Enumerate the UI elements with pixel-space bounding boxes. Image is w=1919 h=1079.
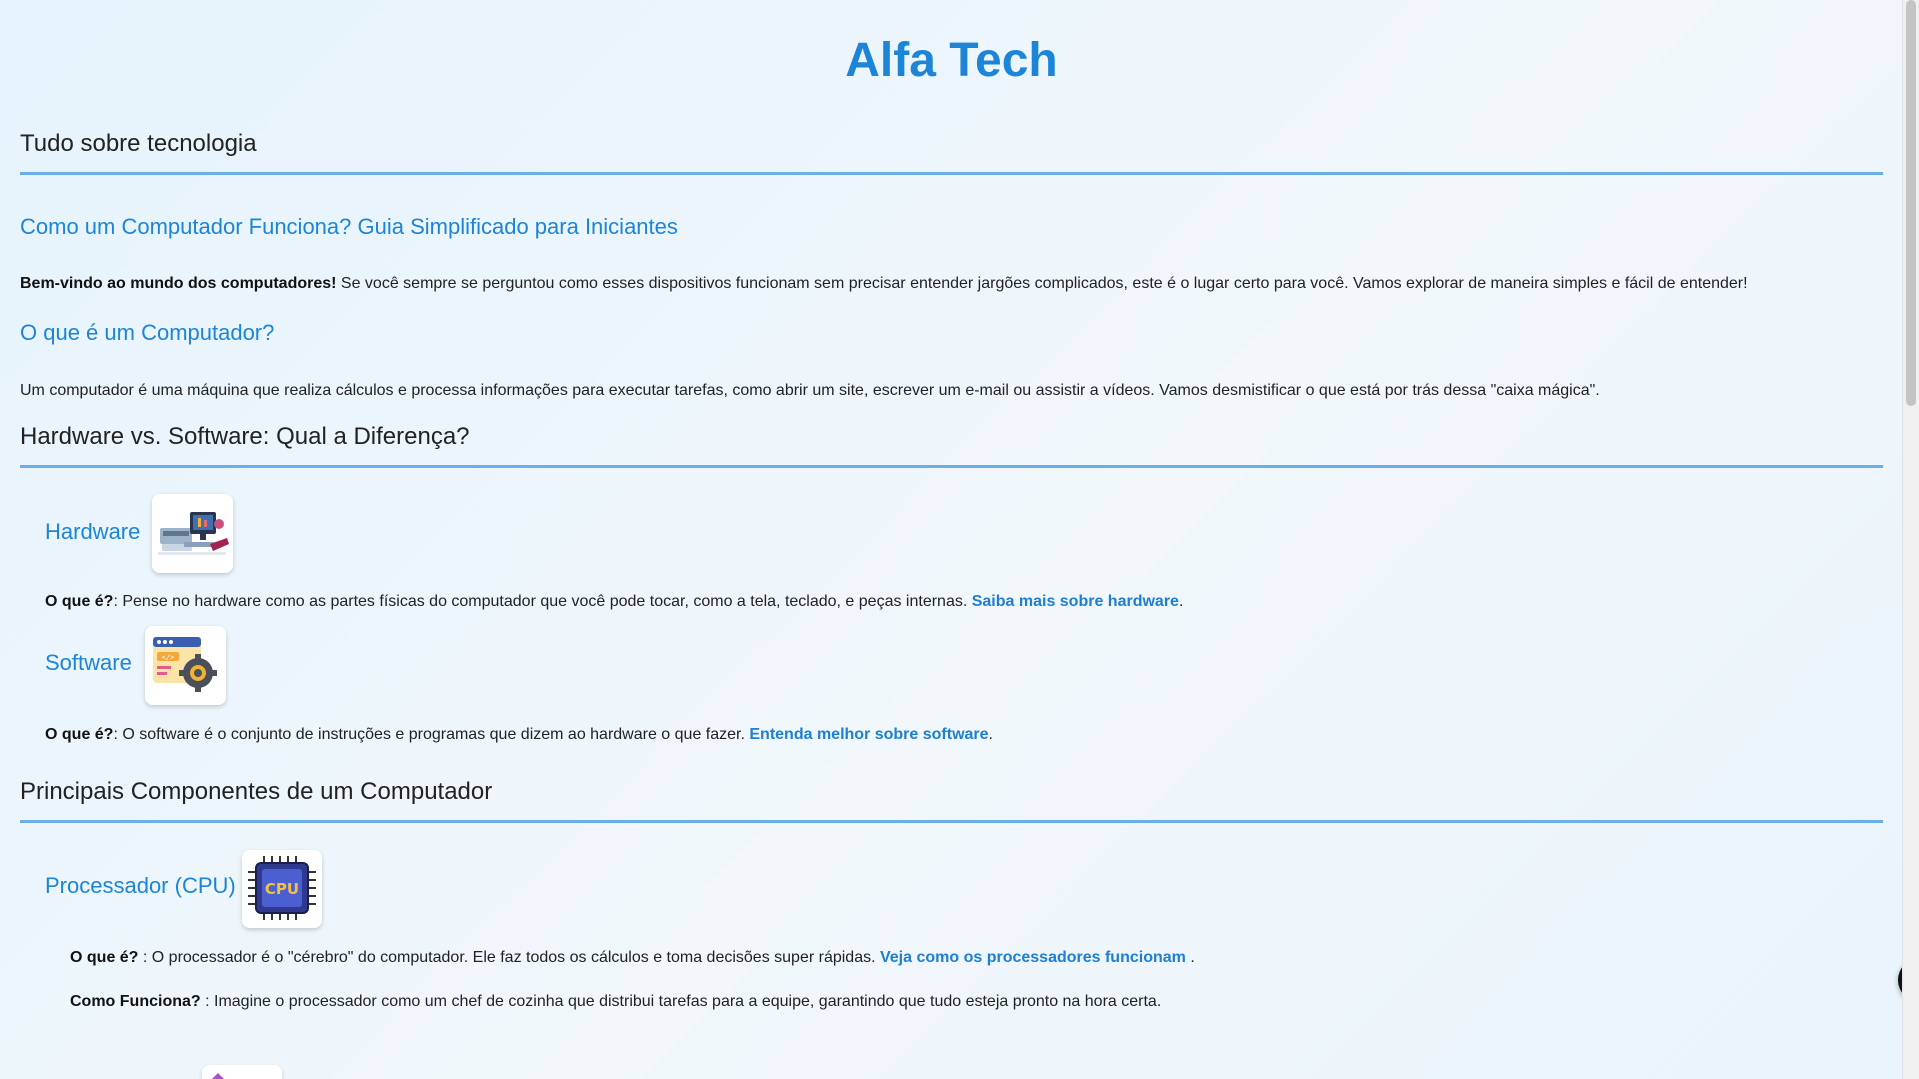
guide-intro-text: Se você sempre se perguntou como esses d… bbox=[336, 275, 1748, 292]
next-component-icon bbox=[202, 1065, 282, 1079]
scrollbar-thumb[interactable] bbox=[1906, 0, 1916, 406]
section-divider bbox=[20, 465, 1883, 468]
software-description: O que é?: O software é o conjunto de ins… bbox=[45, 724, 993, 746]
site-title: Alfa Tech bbox=[845, 34, 1058, 87]
cpu-how-text: : Imagine o processador como um chef de … bbox=[200, 993, 1162, 1010]
guide-intro: Bem-vindo ao mundo dos computadores! Se … bbox=[20, 273, 1748, 295]
section-divider bbox=[20, 820, 1883, 823]
svg-text:</>: </> bbox=[162, 654, 175, 662]
cpu-what-description: O que é? : O processador é o "cérebro" d… bbox=[70, 947, 1195, 969]
cpu-what-suffix: . bbox=[1185, 949, 1195, 966]
what-is-text: Um computador é uma máquina que realiza … bbox=[20, 382, 1600, 399]
hw-sw-title: Hardware vs. Software: Qual a Diferença? bbox=[20, 423, 470, 450]
what-is-title: O que é um Computador? bbox=[20, 320, 275, 345]
hardware-title: Hardware bbox=[45, 519, 141, 544]
cpu-what-text: : O processador é o "cérebro" do computa… bbox=[138, 949, 880, 966]
software-gear-icon: </> bbox=[145, 626, 226, 705]
page: Alfa Tech Tudo sobre tecnologia Como um … bbox=[0, 0, 1903, 1079]
section-divider bbox=[20, 172, 1883, 175]
cpu-chip-icon: CPU bbox=[242, 850, 322, 928]
software-text: : O software é o conjunto de instruções … bbox=[113, 726, 750, 743]
software-suffix: . bbox=[988, 726, 993, 743]
hardware-description: O que é?: Pense no hardware como as part… bbox=[45, 591, 1183, 613]
cpu-what-label: O que é? bbox=[70, 949, 139, 966]
cpu-title: Processador (CPU) bbox=[45, 873, 236, 898]
hardware-label: O que é? bbox=[45, 593, 114, 610]
vertical-scrollbar[interactable] bbox=[1902, 0, 1919, 1079]
cpu-how-description: Como Funciona? : Imagine o processador c… bbox=[70, 991, 1161, 1013]
cpu-learn-more-link[interactable]: Veja como os processadores funcionam bbox=[880, 949, 1186, 966]
software-title: Software bbox=[45, 650, 132, 675]
hardware-devices-icon bbox=[152, 494, 233, 573]
components-title: Principais Componentes de um Computador bbox=[20, 778, 493, 805]
hardware-suffix: . bbox=[1178, 593, 1184, 610]
hardware-text: : Pense no hardware como as partes físic… bbox=[113, 593, 972, 610]
section-title-tech: Tudo sobre tecnologia bbox=[20, 130, 257, 157]
hardware-learn-more-link[interactable]: Saiba mais sobre hardware bbox=[972, 593, 1179, 610]
software-label: O que é? bbox=[45, 726, 114, 743]
cpu-how-label: Como Funciona? bbox=[70, 993, 201, 1010]
guide-intro-bold: Bem-vindo ao mundo dos computadores! bbox=[20, 275, 337, 292]
software-learn-more-link[interactable]: Entenda melhor sobre software bbox=[749, 726, 988, 743]
cpu-icon-label: CPU bbox=[265, 880, 299, 898]
guide-title: Como um Computador Funciona? Guia Simpli… bbox=[20, 214, 678, 239]
